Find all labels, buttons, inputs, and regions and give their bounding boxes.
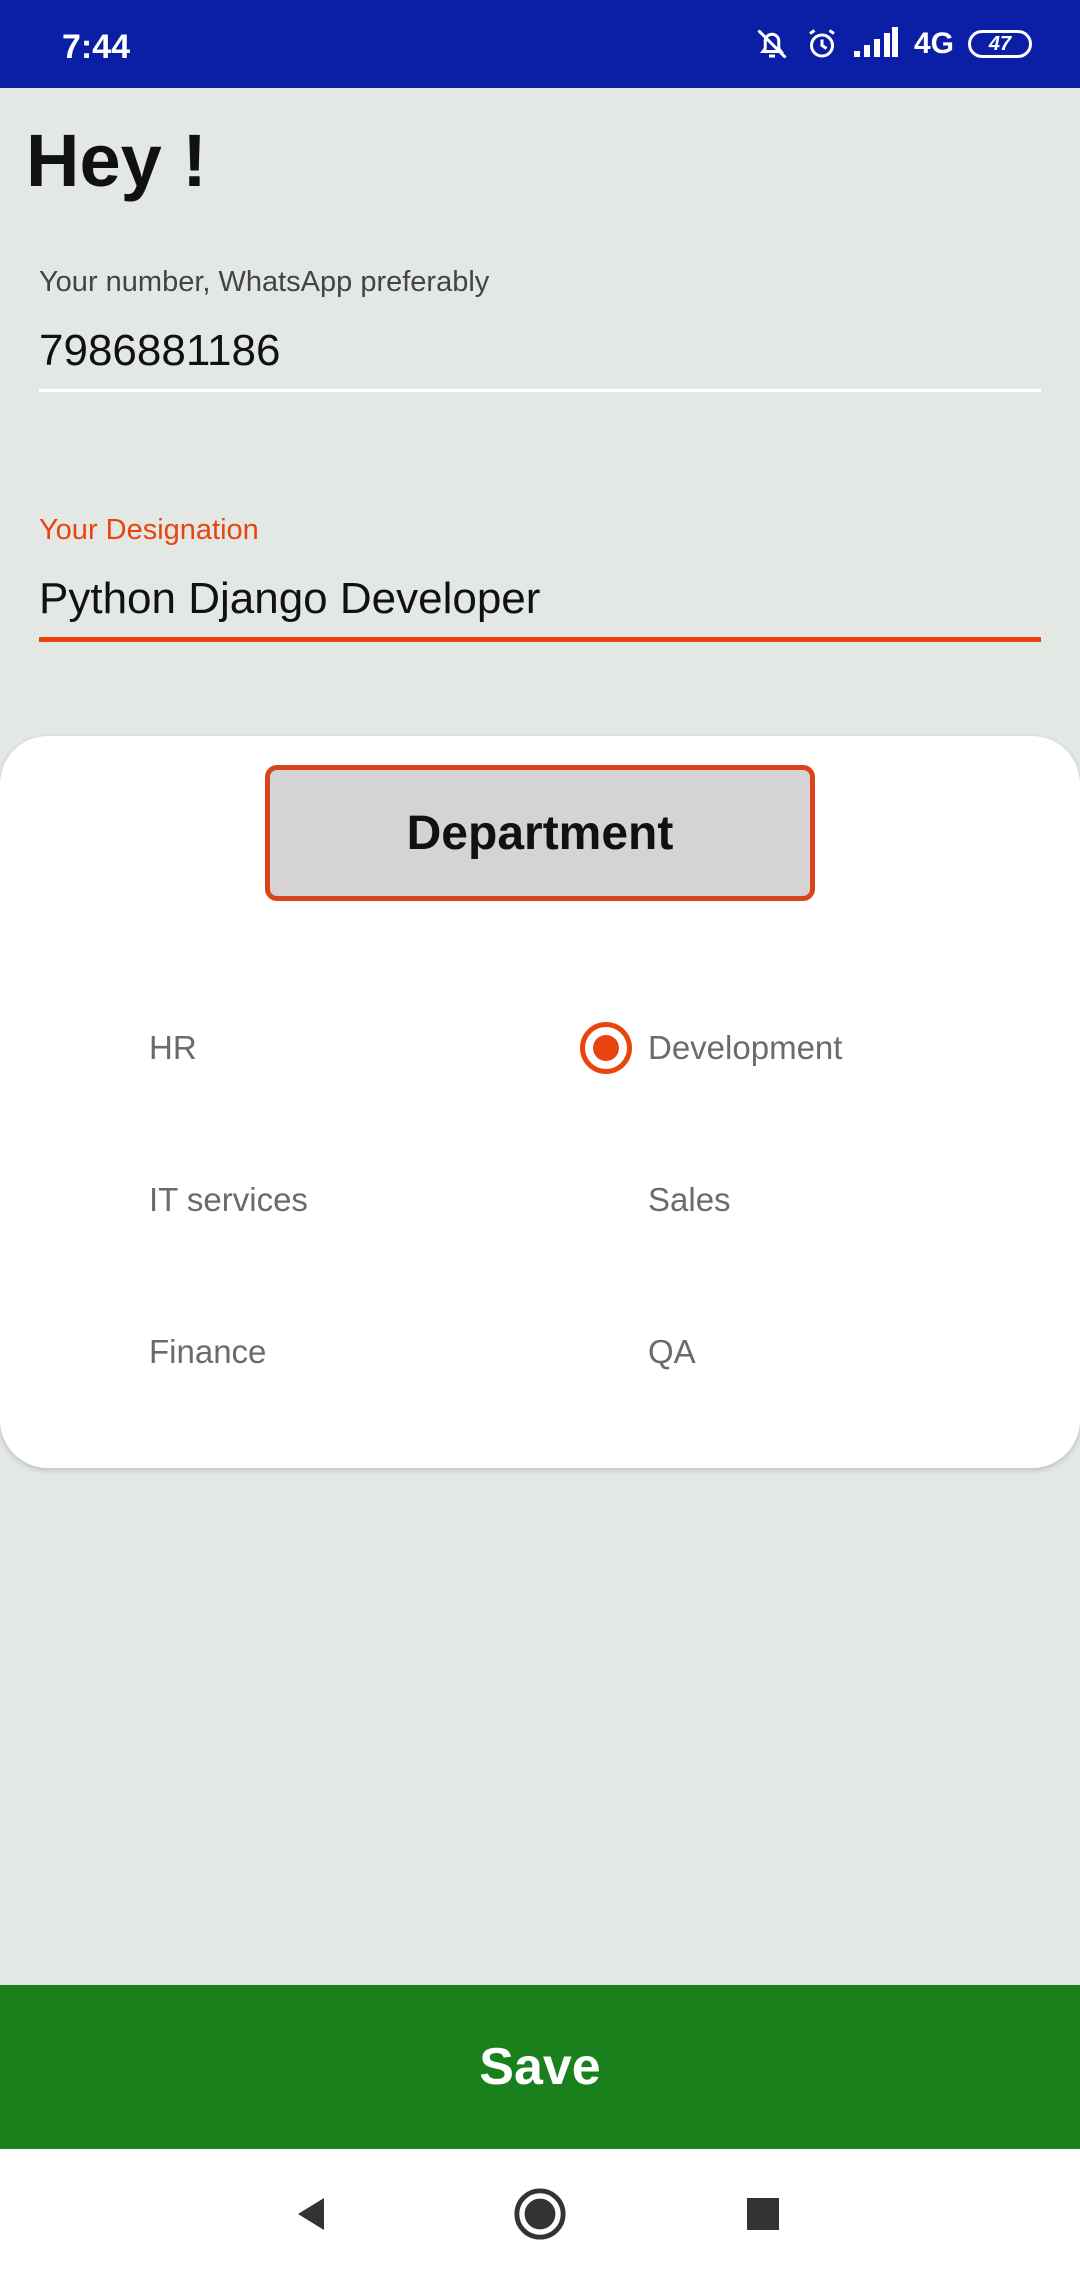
navigation-bar (0, 2149, 1080, 2280)
designation-input[interactable] (39, 569, 1041, 629)
radio-label: Development (648, 1029, 843, 1066)
radio-label: QA (648, 1333, 696, 1370)
save-button[interactable]: Save (0, 1985, 1080, 2149)
status-bar: 7:44 4G 47 (0, 0, 1080, 88)
radio-option-finance[interactable]: Finance (81, 1312, 266, 1392)
alarm-icon (804, 26, 840, 62)
back-icon[interactable] (277, 2179, 347, 2249)
radio-option-qa[interactable]: QA (580, 1312, 696, 1392)
designation-field-underline (39, 637, 1041, 642)
designation-field: Your Designation (39, 514, 1041, 642)
radio-button[interactable] (81, 1022, 133, 1074)
radio-button[interactable] (580, 1174, 632, 1226)
designation-field-label: Your Designation (39, 514, 259, 546)
status-icons: 4G 47 (754, 0, 1032, 88)
phone-field-label: Your number, WhatsApp preferably (39, 266, 490, 298)
radio-button-checked[interactable] (580, 1022, 632, 1074)
phone-field-underline (39, 389, 1041, 392)
radio-label: Sales (648, 1181, 731, 1218)
bell-off-icon (754, 26, 790, 62)
radio-button[interactable] (580, 1326, 632, 1378)
battery-icon: 47 (968, 30, 1032, 58)
radio-label: HR (149, 1029, 197, 1066)
radio-label: IT services (149, 1181, 308, 1218)
page-title: Hey ! (26, 119, 207, 202)
radio-button[interactable] (81, 1174, 133, 1226)
phone-input[interactable] (39, 321, 1041, 381)
radio-option-sales[interactable]: Sales (580, 1160, 731, 1240)
radio-option-hr[interactable]: HR (81, 1008, 197, 1088)
phone-field: Your number, WhatsApp preferably (39, 266, 1041, 392)
radio-option-it-services[interactable]: IT services (81, 1160, 308, 1240)
department-button[interactable]: Department (265, 765, 815, 901)
network-label: 4G (913, 27, 954, 60)
radio-label: Finance (149, 1333, 267, 1370)
department-card: Department HR Development IT services Sa… (0, 736, 1080, 1468)
radio-option-development[interactable]: Development (580, 1008, 842, 1088)
home-icon[interactable] (505, 2179, 575, 2249)
radio-button[interactable] (81, 1326, 133, 1378)
recents-icon[interactable] (728, 2179, 798, 2249)
status-time: 7:44 (62, 28, 131, 66)
signal-icon (853, 27, 898, 61)
